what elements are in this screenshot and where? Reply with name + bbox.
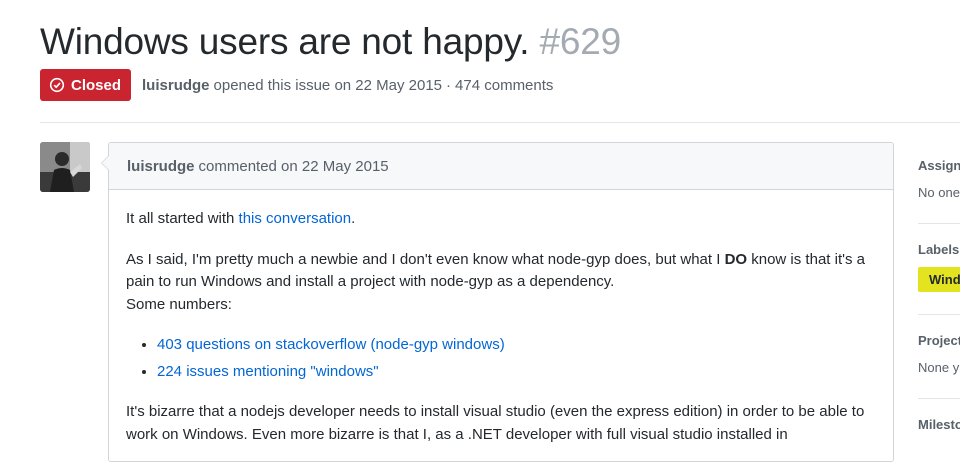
comment-box: luisrudge commented on 22 May 2015 It al… [101,142,894,462]
comment-author-link[interactable]: luisrudge [127,158,195,175]
comments-count: 474 comments [455,76,554,94]
status-label: Closed [71,76,122,94]
issue-title: Windows users are not happy. [40,21,530,62]
list-item: 403 questions on stackoverflow (node-gyp… [157,334,877,357]
issue-closed-icon [49,77,65,93]
list-item: 224 issues mentioning "windows" [157,361,877,384]
projects-value: None y [918,360,960,375]
milestone-heading[interactable]: Milesto [918,417,960,432]
issues-link[interactable]: 224 issues mentioning "windows" [157,363,379,380]
p2-line2: Some numbers: [126,295,232,313]
comment-paragraph-1: It all started with this conversation. [126,208,877,231]
sidebar-projects[interactable]: Project None y [918,333,960,375]
p1-text: It all started with [126,210,239,227]
comment-paragraph-3: It's bizarre that a nodejs developer nee… [126,403,865,443]
header-divider [40,122,960,123]
assignees-value: No one [918,185,960,200]
issue-title-row: Windows users are not happy. #629 [40,18,621,66]
sidebar-divider [918,314,960,315]
labels-heading[interactable]: Labels [918,242,960,257]
p2-strong: DO [724,250,748,268]
avatar-image [40,142,90,192]
meta-separator: · [446,76,452,94]
stackoverflow-link[interactable]: 403 questions on stackoverflow (node-gyp… [157,336,505,353]
comment-paragraph-2: As I said, I'm pretty much a newbie and … [126,249,877,317]
p1-end: . [351,210,356,227]
sidebar-assignees[interactable]: Assigne No one [918,158,960,200]
avatar[interactable] [40,142,90,192]
sidebar-divider [918,223,960,224]
comment-timestamp[interactable]: commented on 22 May 2015 [199,158,389,175]
issue-meta: Closed luisrudge opened this issue on 22… [40,69,553,101]
projects-heading[interactable]: Project [918,333,960,348]
conversation-link[interactable]: this conversation [239,210,352,227]
issue-number: #629 [539,21,621,62]
comment-body: It all started with this conversation. A… [109,190,893,446]
sidebar-divider [918,398,960,399]
sidebar-labels[interactable]: Labels Wind [918,242,960,292]
assignees-heading[interactable]: Assigne [918,158,960,173]
sidebar-milestone[interactable]: Milesto [918,417,960,432]
label-windows[interactable]: Wind [918,267,960,292]
status-badge: Closed [40,69,132,101]
issue-author-link[interactable]: luisrudge [142,77,210,94]
comment-header: luisrudge commented on 22 May 2015 [109,143,893,190]
opened-text: opened this issue on 22 May 2015 [213,76,443,94]
p2-text: As I said, I'm pretty much a newbie and … [126,250,725,268]
numbers-list: 403 questions on stackoverflow (node-gyp… [126,334,877,383]
